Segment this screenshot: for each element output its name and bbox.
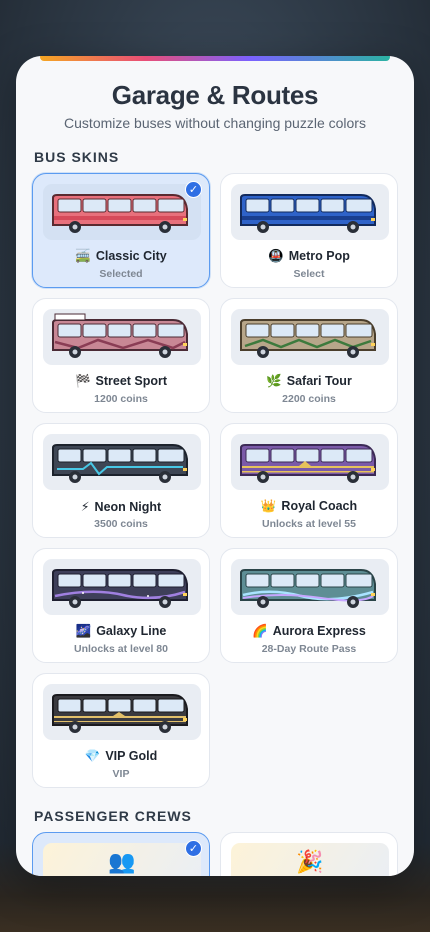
bus-illustration	[52, 569, 188, 608]
bus-skin-card[interactable]: 🌿 Safari Tour 2200 coins	[220, 298, 398, 413]
bus-skin-name: 💎 VIP Gold	[33, 749, 209, 764]
bus-skin-label: Royal Coach	[281, 499, 358, 513]
bus-illustration	[52, 444, 188, 483]
passenger-crew-card[interactable]: 👥 ✓	[32, 832, 210, 876]
bus-skin-card[interactable]: 🏁 Street Sport 1200 coins	[32, 298, 210, 413]
bus-skin-status: 1200 coins	[94, 393, 148, 405]
bus-illustration	[240, 569, 376, 608]
bus-skin-status: VIP	[112, 768, 130, 780]
bus-illustration	[240, 444, 376, 483]
bus-illustration	[52, 313, 188, 358]
bus-skin-label: Neon Night	[94, 500, 162, 514]
bus-skin-name: 🚎 Classic City	[33, 249, 209, 264]
crew-icon: 👥	[108, 849, 136, 874]
bus-skin-preview	[43, 434, 201, 490]
garage-sheet: Garage & Routes Customize buses without …	[16, 56, 414, 876]
selected-check-icon: ✓	[185, 840, 202, 857]
bus-skin-label: Aurora Express	[272, 624, 366, 638]
bus-skin-card[interactable]: 🌌 Galaxy Line Unlocks at level 80	[32, 548, 210, 663]
bus-skin-icon: 🌿	[266, 374, 282, 388]
bus-skin-card[interactable]: ⚡ Neon Night 3500 coins	[32, 423, 210, 538]
bus-skin-preview	[231, 184, 389, 240]
bus-skin-status: Unlocks at level 55	[262, 518, 356, 530]
bus-skin-name: 🌌 Galaxy Line	[33, 624, 209, 639]
bus-skin-card[interactable]: 🚇 Metro Pop Select	[220, 173, 398, 288]
bus-skin-status: 28-Day Route Pass	[261, 643, 357, 655]
bus-skin-label: Safari Tour	[286, 374, 352, 388]
section-title-bus-skins: BUS SKINS	[34, 149, 120, 165]
bus-skin-label: Galaxy Line	[96, 624, 167, 638]
bus-skin-name: 🌈 Aurora Express	[221, 624, 397, 639]
bus-skin-status: 2200 coins	[282, 393, 336, 405]
bus-skin-preview	[43, 184, 201, 240]
bus-skin-icon: 🌌	[75, 624, 92, 638]
bus-skin-status: Unlocks at level 80	[74, 643, 168, 655]
bus-skin-preview	[231, 309, 389, 365]
bus-skin-label: VIP Gold	[105, 749, 158, 763]
bus-skin-preview	[231, 434, 389, 490]
bus-skin-card[interactable]: 👑 Royal Coach Unlocks at level 55	[220, 423, 398, 538]
bus-skin-card[interactable]: 💎 VIP Gold VIP	[32, 673, 210, 788]
bus-skin-icon: ⚡	[80, 500, 90, 514]
bus-skin-card[interactable]: 🌈 Aurora Express 28-Day Route Pass	[220, 548, 398, 663]
bus-skin-label: Metro Pop	[288, 249, 350, 263]
bus-illustration	[52, 194, 188, 233]
bus-skin-icon: 🚎	[75, 249, 91, 263]
crew-icon: 🎉	[296, 849, 324, 874]
rainbow-accent-bar	[40, 56, 390, 61]
bus-skin-icon: 🚇	[268, 249, 284, 263]
bus-skin-name: 👑 Royal Coach	[221, 499, 397, 514]
bus-illustration	[240, 194, 376, 233]
bus-skin-status: 3500 coins	[94, 518, 148, 530]
bus-skin-name: 🚇 Metro Pop	[221, 249, 397, 264]
passenger-crew-card[interactable]: 🎉	[220, 832, 398, 876]
bus-skin-preview	[43, 559, 201, 615]
section-title-passenger-crews: PASSENGER CREWS	[34, 808, 192, 824]
bus-skin-name: 🌿 Safari Tour	[221, 374, 397, 389]
bus-skin-status: Select	[293, 268, 325, 280]
bus-skin-icon: 🌈	[252, 624, 268, 638]
selected-check-icon: ✓	[185, 181, 202, 198]
bus-skin-preview	[231, 559, 389, 615]
bus-skin-icon: 👑	[260, 499, 277, 513]
bus-skin-label: Classic City	[95, 249, 167, 263]
passenger-crew-preview: 👥	[43, 843, 201, 876]
bus-illustration	[240, 319, 376, 358]
bus-skin-card[interactable]: 🚎 Classic City Selected ✓	[32, 173, 210, 288]
bus-skin-icon: 💎	[84, 749, 101, 763]
bus-skin-name: 🏁 Street Sport	[33, 374, 209, 389]
bus-skin-name: ⚡ Neon Night	[33, 499, 209, 514]
bus-skin-preview	[43, 684, 201, 740]
page-subtitle: Customize buses without changing puzzle …	[64, 115, 366, 131]
bus-skin-status: Selected	[99, 268, 143, 280]
bus-skin-label: Street Sport	[95, 374, 168, 388]
bus-illustration	[52, 694, 188, 733]
bus-skin-preview	[43, 309, 201, 365]
bus-skin-icon: 🏁	[74, 374, 91, 388]
page-title: Garage & Routes	[111, 80, 319, 110]
passenger-crew-preview: 🎉	[231, 843, 389, 876]
